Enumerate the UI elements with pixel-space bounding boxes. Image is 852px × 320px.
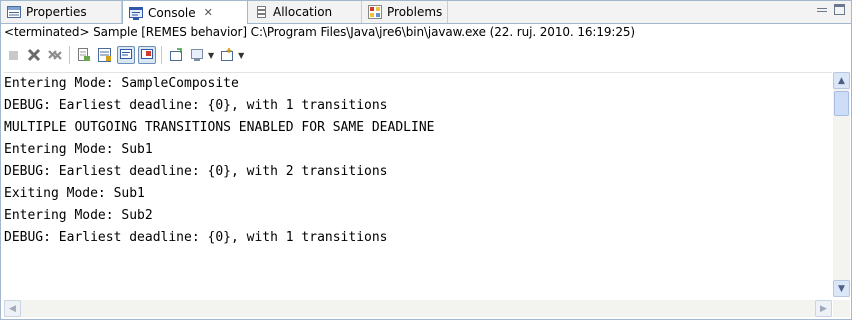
tab-console[interactable]: Console ✕ bbox=[122, 1, 248, 24]
console-toolbar: ▼ ▼ bbox=[4, 43, 248, 67]
scroll-up-icon[interactable]: ▲ bbox=[833, 72, 850, 89]
pin-console-icon[interactable] bbox=[167, 46, 185, 64]
scroll-thumb[interactable] bbox=[834, 91, 849, 116]
console-line: DEBUG: Earliest deadline: {0}, with 1 tr… bbox=[4, 98, 388, 113]
scrollbar-corner bbox=[833, 300, 850, 317]
properties-icon bbox=[6, 4, 22, 20]
toolbar-separator bbox=[69, 46, 70, 64]
scroll-left-icon[interactable]: ◀ bbox=[4, 300, 21, 317]
remove-launch-icon[interactable] bbox=[25, 46, 43, 64]
process-info-label: <terminated> Sample [REMES behavior] C:\… bbox=[4, 25, 636, 39]
console-line: Exiting Mode: Sub1 bbox=[4, 186, 145, 201]
chevron-down-icon[interactable]: ▼ bbox=[238, 51, 244, 60]
window-controls bbox=[817, 4, 845, 15]
remove-all-terminated-icon[interactable] bbox=[46, 46, 64, 64]
show-on-stdout-icon[interactable] bbox=[117, 46, 135, 64]
scroll-down-icon[interactable]: ▼ bbox=[833, 280, 850, 297]
tab-label: Properties bbox=[26, 5, 87, 19]
tab-properties[interactable]: Properties bbox=[1, 1, 122, 23]
view-tab-strip: Properties Console ✕ Allocation Problems bbox=[1, 1, 851, 24]
vertical-scrollbar[interactable]: ▲ ▼ bbox=[833, 72, 850, 297]
display-selected-console-icon[interactable] bbox=[188, 46, 206, 64]
horizontal-scrollbar[interactable]: ◀ ▶ bbox=[4, 300, 832, 317]
maximize-icon[interactable] bbox=[834, 4, 845, 15]
allocation-icon bbox=[253, 4, 269, 20]
console-line: Entering Mode: Sub1 bbox=[4, 142, 153, 157]
tab-allocation[interactable]: Allocation bbox=[248, 1, 362, 23]
tab-problems[interactable]: Problems bbox=[362, 1, 448, 23]
console-line: MULTIPLE OUTGOING TRANSITIONS ENABLED FO… bbox=[4, 120, 435, 135]
tab-label: Problems bbox=[387, 5, 443, 19]
tab-label: Allocation bbox=[273, 5, 333, 19]
minimize-icon[interactable] bbox=[817, 4, 828, 15]
scroll-right-icon[interactable]: ▶ bbox=[815, 300, 832, 317]
console-output[interactable]: Entering Mode: SampleComposite DEBUG: Ea… bbox=[4, 72, 832, 298]
show-on-stderr-icon[interactable] bbox=[138, 46, 156, 64]
clear-console-icon[interactable] bbox=[75, 46, 93, 64]
console-line: DEBUG: Earliest deadline: {0}, with 2 tr… bbox=[4, 164, 388, 179]
console-icon bbox=[128, 5, 144, 21]
close-icon[interactable]: ✕ bbox=[204, 6, 213, 19]
scroll-lock-icon[interactable] bbox=[96, 46, 114, 64]
tab-label: Console bbox=[148, 5, 196, 20]
toolbar-separator bbox=[161, 46, 162, 64]
console-line: Entering Mode: SampleComposite bbox=[4, 76, 239, 91]
open-console-icon[interactable] bbox=[218, 46, 236, 64]
terminate-icon[interactable] bbox=[4, 46, 22, 64]
console-line: Entering Mode: Sub2 bbox=[4, 208, 153, 223]
console-line: DEBUG: Earliest deadline: {0}, with 1 tr… bbox=[4, 230, 388, 245]
problems-icon bbox=[367, 4, 383, 20]
console-view: Properties Console ✕ Allocation Problems… bbox=[0, 0, 852, 320]
chevron-down-icon[interactable]: ▼ bbox=[208, 51, 214, 60]
